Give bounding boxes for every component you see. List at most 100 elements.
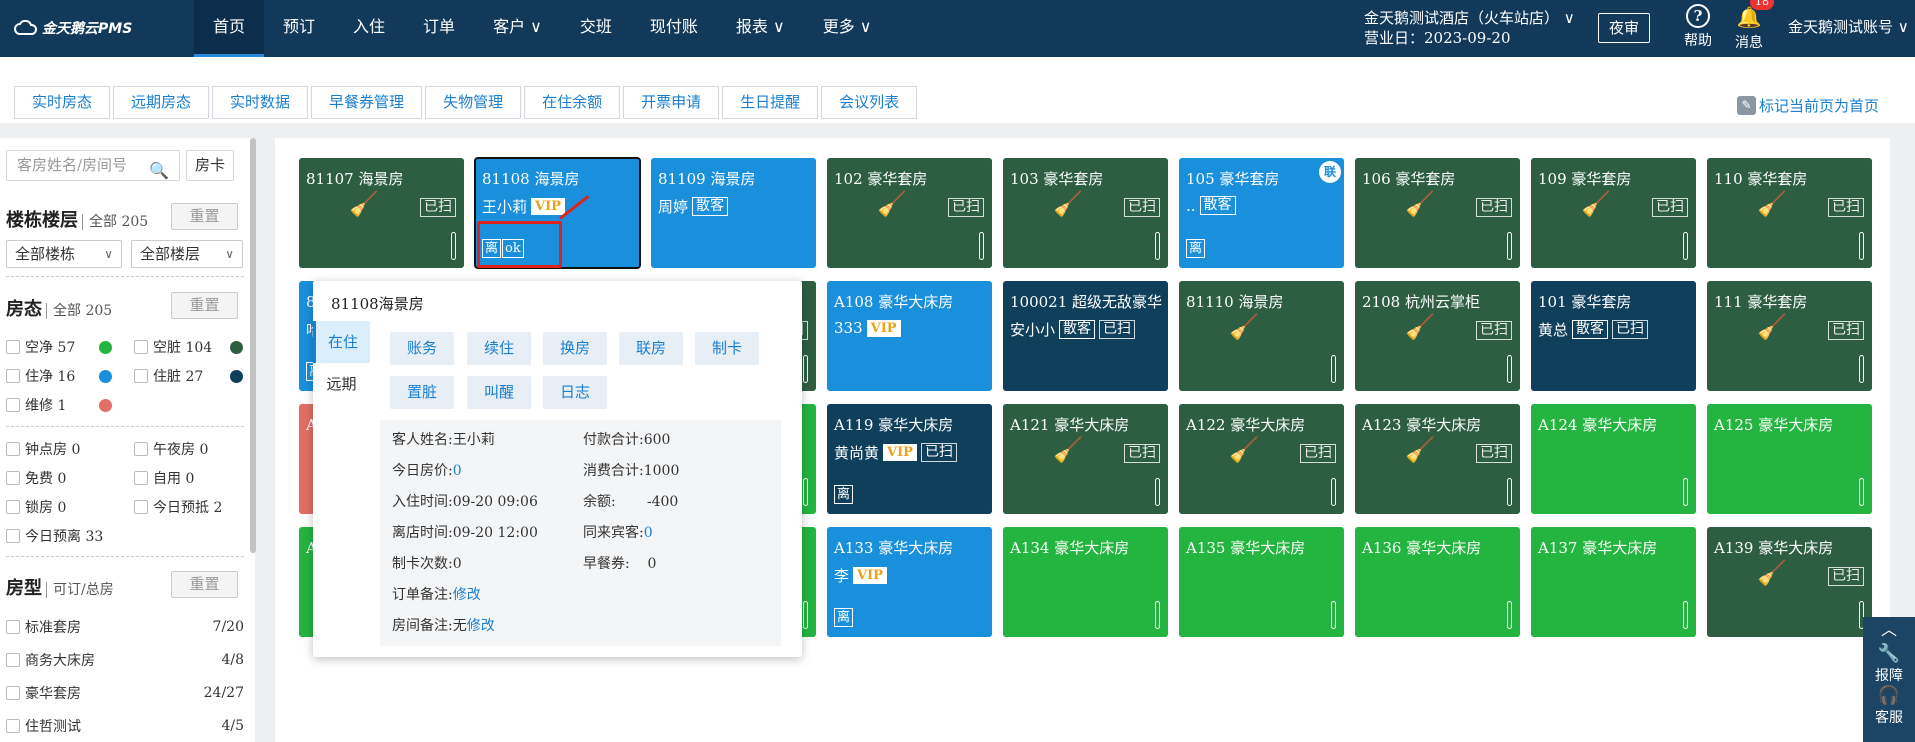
room-card[interactable]: 81110 海景房 🧹 [1179,281,1344,391]
room-card[interactable]: A139 豪华大床房 已扫 🧹 [1707,527,1872,637]
change-room-button[interactable]: 换房 [543,332,607,365]
room-card[interactable]: 105 豪华套房.. 散客离联 [1179,158,1344,268]
status-filter-occupied-dirty[interactable]: 住脏 27 [134,366,243,386]
nav-customers[interactable]: 客户 ∨ [474,0,561,57]
night-audit-button[interactable]: 夜审 [1598,13,1650,43]
checkbox[interactable] [6,686,20,700]
extend-stay-button[interactable]: 续住 [467,332,531,365]
checkbox[interactable] [134,471,148,485]
room-card[interactable]: A136 豪华大床房 [1355,527,1520,637]
wake-up-call-button[interactable]: 叫醒 [467,376,531,409]
nav-reports[interactable]: 报表 ∨ [717,0,804,57]
nav-orders[interactable]: 订单 [404,0,474,57]
checkbox[interactable] [6,500,20,514]
popup-tab-future[interactable]: 远期 [313,363,370,405]
status-reset-button[interactable]: 重置 [171,292,238,319]
room-price-link[interactable]: 0 [453,463,462,479]
tab-breakfast-voucher[interactable]: 早餐券管理 [311,86,423,119]
room-card[interactable]: A119 豪华大床房 黄尚黄 VIP 已扫离 [827,404,992,514]
tab-inhouse-balance[interactable]: 在住余额 [524,86,621,119]
room-card[interactable]: A135 豪华大床房 [1179,527,1344,637]
checkbox[interactable] [6,529,20,543]
mark-as-home-link[interactable]: ✎ 标记当前页为首页 [1737,95,1879,116]
room-card[interactable]: 2108 杭州云掌柜 已扫 🧹 [1355,281,1520,391]
tab-invoice-request[interactable]: 开票申请 [623,86,720,119]
help-button[interactable]: ? 帮助 [1678,4,1718,50]
room-card[interactable]: A134 豪华大床房 [1003,527,1168,637]
tab-lost-found[interactable]: 失物管理 [425,86,522,119]
search-input[interactable]: 客房姓名/房间号 🔍 [6,150,180,181]
nav-cash-account[interactable]: 现付账 [631,0,717,57]
make-card-button[interactable]: 制卡 [695,332,759,365]
room-card[interactable]: 106 豪华套房 已扫 🧹 [1355,158,1520,268]
room-card[interactable]: A137 豪华大床房 [1531,527,1696,637]
checkbox[interactable] [134,369,148,383]
roomtype-reset-button[interactable]: 重置 [171,571,238,598]
building-reset-button[interactable]: 重置 [171,203,238,230]
checkbox[interactable] [6,369,20,383]
checkbox[interactable] [134,340,148,354]
roomtype-filter[interactable]: 标准套房 7/20 [6,617,244,637]
filter-hourly[interactable]: 钟点房 0 [6,439,80,459]
checkbox[interactable] [6,653,20,667]
room-card[interactable]: A123 豪华大床房 已扫 🧹 [1355,404,1520,514]
edit-order-note-link[interactable]: 修改 [453,587,481,603]
tab-birthday-reminder[interactable]: 生日提醒 [722,86,819,119]
checkbox[interactable] [134,500,148,514]
tab-meeting-list[interactable]: 会议列表 [821,86,918,119]
room-card[interactable]: 101 豪华套房 黄总 散客 已扫 [1531,281,1696,391]
room-card[interactable]: A125 豪华大床房 [1707,404,1872,514]
billing-button[interactable]: 账务 [390,332,454,365]
roomtype-filter[interactable]: 商务大床房 4/8 [6,650,244,670]
nav-booking[interactable]: 预订 [264,0,334,57]
status-filter-vacant-clean[interactable]: 空净 57 [6,337,112,357]
sidebar-scrollbar[interactable] [250,138,256,553]
floor-select[interactable]: 全部楼层 ∨ [131,240,243,268]
room-card[interactable]: 111 豪华套房 已扫 🧹 [1707,281,1872,391]
filter-midnight[interactable]: 午夜房 0 [134,439,208,459]
messages-button[interactable]: 🔔 18 消息 [1729,0,1774,52]
filter-departing-today[interactable]: 今日预离 33 [6,526,103,546]
log-button[interactable]: 日志 [543,376,607,409]
room-card[interactable]: A122 豪华大床房 已扫 🧹 [1179,404,1344,514]
room-card[interactable]: 110 豪华套房 已扫 🧹 [1707,158,1872,268]
building-select[interactable]: 全部楼栋 ∨ [6,240,122,268]
room-card-button[interactable]: 房卡 [186,150,234,181]
link-room-button[interactable]: 联房 [619,332,683,365]
customer-service-button[interactable]: 客服 [1863,707,1915,727]
tab-realtime-data[interactable]: 实时数据 [212,86,309,119]
room-card[interactable]: 103 豪华套房 已扫 🧹 [1003,158,1168,268]
status-filter-occupied-clean[interactable]: 住净 16 [6,366,112,386]
edit-room-note-link[interactable]: 修改 [467,618,495,634]
nav-shift[interactable]: 交班 [561,0,631,57]
filter-arriving-today[interactable]: 今日预抵 2 [134,497,222,517]
room-card[interactable]: A124 豪华大床房 [1531,404,1696,514]
checkbox[interactable] [134,442,148,456]
room-card[interactable]: A121 豪华大床房 已扫 🧹 [1003,404,1168,514]
nav-home[interactable]: 首页 [194,0,265,57]
filter-locked[interactable]: 锁房 0 [6,497,66,517]
checkbox[interactable] [6,471,20,485]
room-card[interactable]: 102 豪华套房 已扫 🧹 [827,158,992,268]
checkbox[interactable] [6,340,20,354]
room-card[interactable]: 109 豪华套房 已扫 🧹 [1531,158,1696,268]
checkbox[interactable] [6,719,20,733]
status-filter-vacant-dirty[interactable]: 空脏 104 [134,337,243,357]
search-icon[interactable]: 🔍 [149,156,169,185]
filter-self-use[interactable]: 自用 0 [134,468,194,488]
checkbox[interactable] [6,442,20,456]
roomtype-filter[interactable]: 住哲测试 4/5 [6,716,244,736]
checkbox[interactable] [6,398,20,412]
room-card[interactable]: A108 豪华大床房 333 VIP [827,281,992,391]
filter-free[interactable]: 免费 0 [6,468,66,488]
checkbox[interactable] [6,620,20,634]
report-fault-button[interactable]: 报障 [1863,665,1915,685]
account-menu[interactable]: 金天鹅测试账号 ∨ [1788,16,1909,37]
chevron-up-icon[interactable]: ︿ [1863,617,1915,643]
nav-checkin[interactable]: 入住 [334,0,404,57]
set-dirty-button[interactable]: 置脏 [390,376,454,409]
tab-realtime-status[interactable]: 实时房态 [14,86,111,119]
nav-more[interactable]: 更多 ∨ [804,0,891,57]
popup-tab-inhouse[interactable]: 在住 [313,321,370,363]
tab-future-status[interactable]: 远期房态 [113,86,210,119]
